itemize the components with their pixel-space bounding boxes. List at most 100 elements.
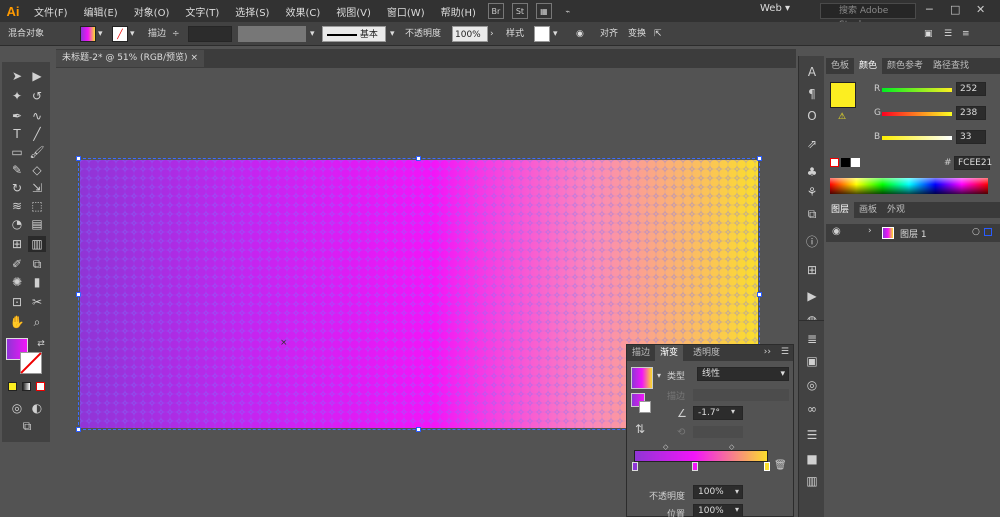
selection-indicator[interactable] [984, 228, 992, 236]
stroke-stepper-icon[interactable]: ÷ [172, 26, 180, 42]
delete-stop-icon[interactable]: 🗑 [774, 460, 787, 471]
eraser-tool-icon[interactable]: ◇ [28, 162, 46, 178]
chevron-down-icon[interactable]: ▾ [310, 26, 315, 42]
gpu-performance-icon[interactable]: ⌁ [560, 3, 576, 19]
swatches-icon[interactable]: ▣ [803, 353, 821, 369]
hand-tool-icon[interactable]: ✋ [8, 314, 26, 330]
recolor-icon[interactable]: ◉ [576, 26, 584, 42]
chevron-down-icon[interactable]: ▾ [657, 371, 661, 380]
draw-mode-icon[interactable]: ◎ [8, 400, 26, 416]
rotate-tool-icon[interactable]: ↻ [8, 180, 26, 196]
stock-search-input[interactable]: 搜索 Adobe Stock [820, 3, 916, 30]
zoom-tool-icon[interactable]: ⌕ [28, 314, 46, 330]
warp-tool-icon[interactable]: ≋ [8, 198, 26, 214]
opentype-icon[interactable]: O [803, 108, 821, 124]
close-tab-icon[interactable]: × [190, 50, 198, 67]
lasso-tool-icon[interactable]: ↺ [28, 88, 46, 104]
info-icon[interactable]: ⓘ [803, 234, 821, 250]
brush-definition[interactable]: 基本 [322, 26, 386, 42]
panel-options-icon[interactable]: ≡ [962, 26, 970, 42]
tab-color-guide[interactable]: 颜色参考 [882, 58, 928, 74]
style-swatch[interactable] [534, 26, 550, 42]
direct-selection-tool-icon[interactable]: ▶ [28, 68, 46, 84]
scale-tool-icon[interactable]: ⇲ [28, 180, 46, 196]
chevron-down-icon[interactable]: ▾ [130, 26, 135, 42]
resize-handle[interactable] [416, 427, 421, 432]
close-icon[interactable]: ✕ [976, 3, 985, 16]
gradient-panel-icon[interactable]: ▥ [803, 473, 821, 489]
pathfinder-icon[interactable]: ◎ [803, 377, 821, 393]
b-slider[interactable] [882, 136, 952, 140]
tab-stroke[interactable]: 描边 [627, 345, 655, 361]
actions-icon[interactable]: ▶ [803, 288, 821, 304]
type-tool-icon[interactable]: T [8, 126, 26, 142]
menu-view[interactable]: 视图(V) [328, 4, 379, 19]
none-color-icon[interactable] [830, 158, 839, 167]
panel-menu-icon[interactable]: ☰ [781, 347, 789, 357]
menu-type[interactable]: 文字(T) [177, 4, 227, 19]
g-value-field[interactable]: 238 [956, 106, 986, 120]
gradient-type-select[interactable]: 线性 ▾ [697, 367, 789, 381]
layer-row[interactable]: ◉ › 图层 1 ○ [826, 224, 1000, 242]
resize-handle[interactable] [757, 292, 762, 297]
color-guide-icon[interactable]: ■ [803, 451, 821, 467]
artboards-icon[interactable]: ⧉ [803, 206, 821, 222]
align-button[interactable]: 对齐 [600, 26, 618, 42]
r-value-field[interactable]: 252 [956, 82, 986, 96]
chevron-down-icon[interactable]: ▾ [735, 505, 739, 514]
menu-object[interactable]: 对象(O) [126, 4, 178, 19]
selection-tool-icon[interactable]: ➤ [8, 68, 26, 84]
expand-arrow-icon[interactable]: › [868, 226, 872, 236]
character-icon[interactable]: A [803, 64, 821, 80]
tab-transparency[interactable]: 透明度 [683, 345, 725, 361]
layer-name[interactable]: 图层 1 [900, 227, 927, 240]
tab-swatches[interactable]: 色板 [826, 58, 854, 74]
white-color-icon[interactable] [851, 158, 860, 167]
column-graph-tool-icon[interactable]: ▮ [28, 274, 46, 290]
chevron-down-icon[interactable]: ▾ [553, 26, 558, 42]
stock-button[interactable]: St [511, 3, 528, 19]
transform-icon[interactable]: ⊞ [803, 262, 821, 278]
gradient-preview-swatch[interactable] [631, 367, 653, 389]
collapse-panel-icon[interactable]: ›› [764, 347, 771, 357]
reverse-gradient-icon[interactable]: ⇅ [631, 421, 649, 437]
arrange-documents-icon[interactable]: ▦ [535, 3, 552, 19]
symbols-icon[interactable]: ♣ [803, 164, 821, 180]
workspace-switcher[interactable]: Web ▾ [760, 3, 810, 19]
hex-value-field[interactable]: FCEE21 [954, 156, 992, 170]
color-mode-icon[interactable] [8, 382, 17, 391]
artboard-tool-icon[interactable]: ⊡ [8, 294, 26, 310]
menu-select[interactable]: 选择(S) [227, 4, 277, 19]
b-value-field[interactable]: 33 [956, 130, 986, 144]
line-tool-icon[interactable]: ╱ [28, 126, 46, 142]
chevron-right-icon[interactable]: › [490, 26, 494, 42]
opacity-field[interactable]: 100% [452, 26, 488, 42]
isolate-icon[interactable]: ⇱ [654, 26, 662, 42]
appearance-icon[interactable]: ∞ [803, 401, 821, 417]
pen-tool-icon[interactable]: ✒ [8, 108, 26, 124]
symbol-sprayer-tool-icon[interactable]: ✺ [8, 274, 26, 290]
menu-help[interactable]: 帮助(H) [433, 4, 484, 19]
paragraph-icon[interactable]: ¶ [803, 86, 821, 102]
gradient-mode-icon[interactable] [22, 382, 31, 391]
chevron-down-icon[interactable]: ▾ [731, 407, 735, 416]
stroke-gradient-swatch[interactable] [639, 401, 651, 413]
menu-window[interactable]: 窗口(W) [379, 4, 433, 19]
g-slider[interactable] [882, 112, 952, 116]
arrange-icon[interactable]: ▣ [924, 26, 933, 42]
tab-pathfinder[interactable]: 路径查找 [928, 58, 974, 74]
slice-tool-icon[interactable]: ✂ [28, 294, 46, 310]
tab-artboards[interactable]: 画板 [854, 202, 882, 218]
variable-width-profile[interactable] [238, 26, 306, 42]
out-of-gamut-warning-icon[interactable]: ⚠ [838, 112, 846, 122]
gradient-stop[interactable] [692, 462, 698, 471]
gradient-stop-selected[interactable] [764, 462, 770, 471]
gradient-tool-icon[interactable]: ▥ [28, 236, 46, 252]
magic-wand-tool-icon[interactable]: ✦ [8, 88, 26, 104]
mesh-tool-icon[interactable]: ⊞ [8, 236, 26, 252]
stroke-color-box[interactable] [20, 352, 42, 374]
minimize-icon[interactable]: ─ [926, 3, 933, 16]
transform-button[interactable]: 变换 [628, 26, 646, 42]
black-color-icon[interactable] [841, 158, 850, 167]
menu-effect[interactable]: 效果(C) [277, 4, 328, 19]
